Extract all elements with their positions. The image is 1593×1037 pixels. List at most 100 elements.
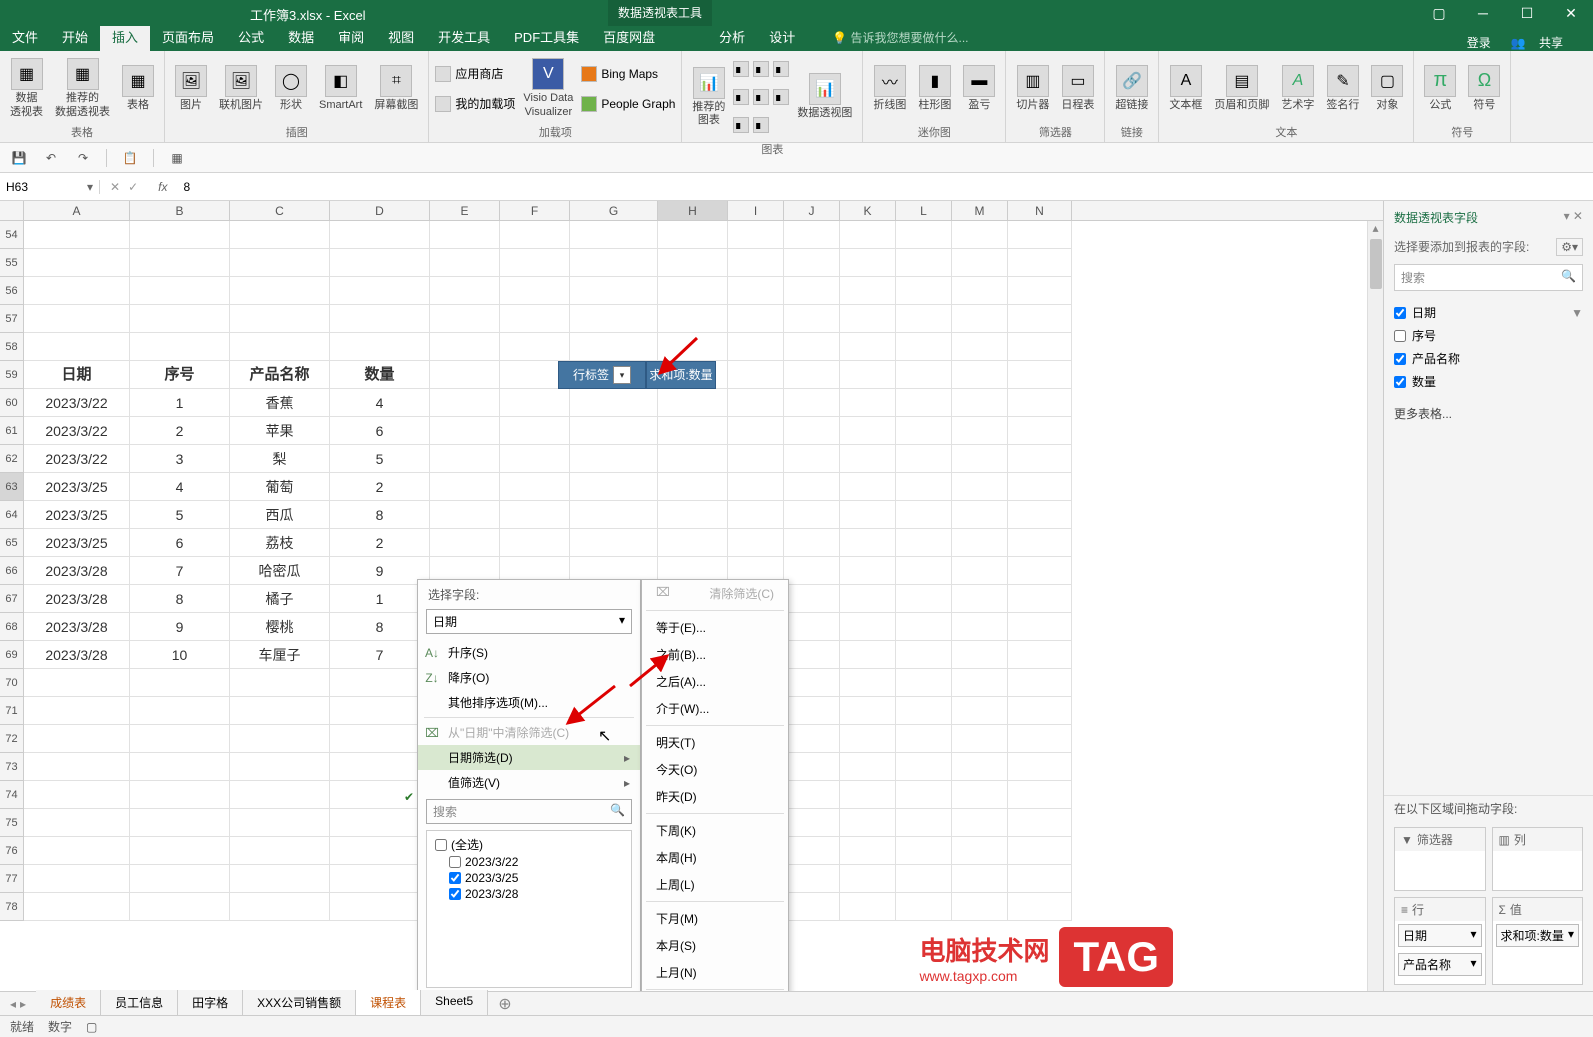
row-header-64[interactable]: 64 [0, 501, 24, 529]
cell-C63[interactable]: 葡萄 [230, 473, 330, 501]
cell-A71[interactable] [24, 697, 130, 725]
cell-L62[interactable] [896, 445, 952, 473]
row-header-59[interactable]: 59 [0, 361, 24, 389]
cell-L58[interactable] [896, 333, 952, 361]
cell-A67[interactable]: 2023/3/28 [24, 585, 130, 613]
cell-M70[interactable] [952, 669, 1008, 697]
col-header-L[interactable]: L [896, 201, 952, 220]
row-header-60[interactable]: 60 [0, 389, 24, 417]
cell-A78[interactable] [24, 893, 130, 921]
cell-L59[interactable] [896, 361, 952, 389]
field-checkbox-0[interactable] [1394, 307, 1406, 319]
signature-button[interactable]: ✎签名行 [1322, 63, 1363, 114]
cell-C73[interactable] [230, 753, 330, 781]
field-3[interactable]: 数量 [1394, 370, 1583, 393]
tab-5[interactable]: 数据 [276, 22, 326, 51]
row-header-55[interactable]: 55 [0, 249, 24, 277]
cell-K77[interactable] [840, 865, 896, 893]
smartart-button[interactable]: ◧SmartArt [315, 63, 366, 114]
cell-A75[interactable] [24, 809, 130, 837]
cell-J60[interactable] [784, 389, 840, 417]
people-graph-button[interactable]: People Graph [581, 90, 675, 118]
cell-H61[interactable] [658, 417, 728, 445]
submenu-item-10[interactable]: 本周(H) [642, 844, 788, 871]
chart-type-3[interactable]: ∎∎ [733, 111, 789, 139]
cell-F56[interactable] [500, 277, 570, 305]
cell-H62[interactable] [658, 445, 728, 473]
row-zone-item-0[interactable]: 日期▾ [1398, 924, 1482, 947]
cell-D69[interactable]: 7 [330, 641, 430, 669]
row-header-57[interactable]: 57 [0, 305, 24, 333]
cell-M54[interactable] [952, 221, 1008, 249]
cell-B58[interactable] [130, 333, 230, 361]
cell-B57[interactable] [130, 305, 230, 333]
cell-D72[interactable] [330, 725, 430, 753]
cell-A62[interactable]: 2023/3/22 [24, 445, 130, 473]
row-header-67[interactable]: 67 [0, 585, 24, 613]
value-zone[interactable]: Σ值 求和项:数量▾ [1492, 897, 1584, 985]
cell-D75[interactable] [330, 809, 430, 837]
shapes-button[interactable]: ◯形状 [271, 63, 311, 114]
cell-N68[interactable] [1008, 613, 1072, 641]
save-icon[interactable]: 💾 [10, 149, 28, 167]
field-checkbox-3[interactable] [1394, 376, 1406, 388]
cell-D74[interactable] [330, 781, 430, 809]
sparkline-col-button[interactable]: ▮柱形图 [914, 63, 955, 114]
cell-C64[interactable]: 西瓜 [230, 501, 330, 529]
submenu-item-13[interactable]: 下月(M) [642, 905, 788, 932]
sheet-nav-next-icon[interactable]: ▸ [20, 997, 26, 1011]
enter-fx-icon[interactable]: ✓ [128, 180, 138, 194]
cell-A76[interactable] [24, 837, 130, 865]
cell-D56[interactable] [330, 277, 430, 305]
cell-K55[interactable] [840, 249, 896, 277]
cell-D64[interactable]: 8 [330, 501, 430, 529]
cell-C66[interactable]: 哈密瓜 [230, 557, 330, 585]
app-store-button[interactable]: 应用商店 [435, 60, 515, 88]
date-checkbox-2[interactable] [449, 888, 461, 900]
cell-B62[interactable]: 3 [130, 445, 230, 473]
cell-A61[interactable]: 2023/3/22 [24, 417, 130, 445]
cell-C77[interactable] [230, 865, 330, 893]
tab-10[interactable]: 百度网盘 [591, 22, 667, 51]
cell-A70[interactable] [24, 669, 130, 697]
cell-K74[interactable] [840, 781, 896, 809]
cell-K68[interactable] [840, 613, 896, 641]
filter-zone[interactable]: ▼筛选器 [1394, 827, 1486, 891]
date-filter-item[interactable]: 日期筛选(D)▸ [418, 745, 640, 770]
cell-M66[interactable] [952, 557, 1008, 585]
clear-icon[interactable]: ▦ [168, 149, 186, 167]
cell-J63[interactable] [784, 473, 840, 501]
row-header-78[interactable]: 78 [0, 893, 24, 921]
cell-B64[interactable]: 5 [130, 501, 230, 529]
cell-N62[interactable] [1008, 445, 1072, 473]
cell-K69[interactable] [840, 641, 896, 669]
cell-G56[interactable] [570, 277, 658, 305]
cell-H54[interactable] [658, 221, 728, 249]
cell-E55[interactable] [430, 249, 500, 277]
cell-N66[interactable] [1008, 557, 1072, 585]
sheet-tab-2[interactable]: 田字格 [178, 990, 243, 1017]
col-header-H[interactable]: H [658, 201, 728, 220]
cell-J55[interactable] [784, 249, 840, 277]
cell-E63[interactable] [430, 473, 500, 501]
col-header-J[interactable]: J [784, 201, 840, 220]
cell-A74[interactable] [24, 781, 130, 809]
pivot-row-label-header[interactable]: 行标签 ▾ [558, 361, 646, 389]
cell-I54[interactable] [728, 221, 784, 249]
submenu-item-7[interactable]: 昨天(D) [642, 783, 788, 810]
cell-B56[interactable] [130, 277, 230, 305]
col-header-M[interactable]: M [952, 201, 1008, 220]
tell-me-input[interactable]: 💡 告诉我您想要做什么... [827, 24, 973, 51]
cell-E59[interactable] [430, 361, 500, 389]
cell-M59[interactable] [952, 361, 1008, 389]
cell-C72[interactable] [230, 725, 330, 753]
cell-C68[interactable]: 樱桃 [230, 613, 330, 641]
cell-E56[interactable] [430, 277, 500, 305]
cell-D78[interactable] [330, 893, 430, 921]
cell-H65[interactable] [658, 529, 728, 557]
cell-A73[interactable] [24, 753, 130, 781]
cell-B71[interactable] [130, 697, 230, 725]
cell-M74[interactable] [952, 781, 1008, 809]
cell-N77[interactable] [1008, 865, 1072, 893]
cell-N72[interactable] [1008, 725, 1072, 753]
